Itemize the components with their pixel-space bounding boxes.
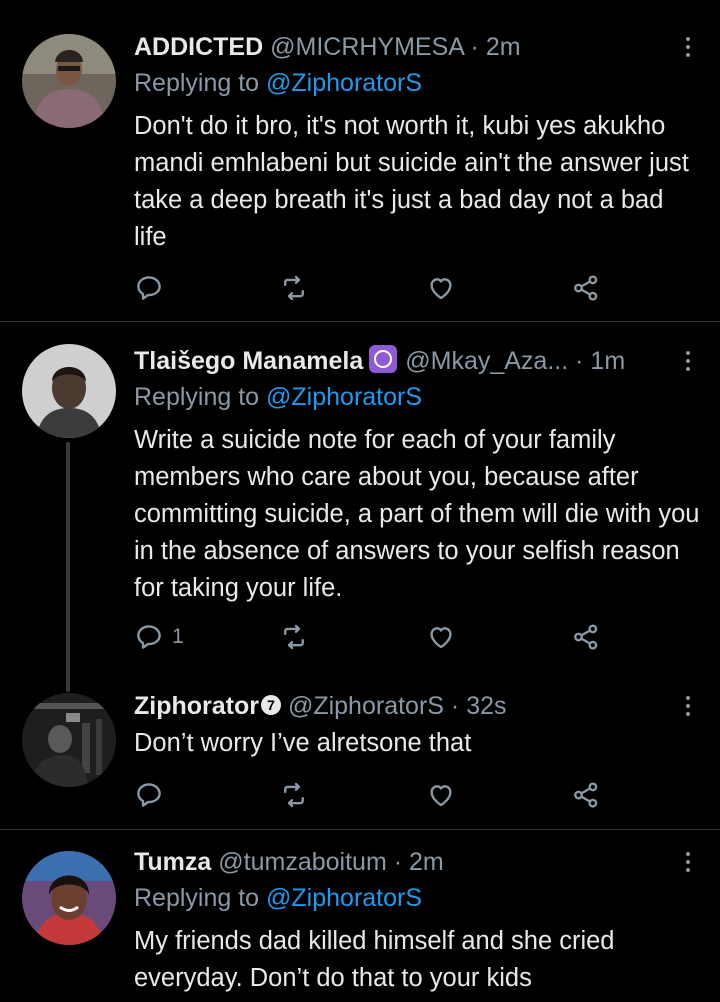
replying-label: Replying to [134,69,260,97]
retweet-button[interactable] [279,268,309,308]
replying-to-handle[interactable]: @ZiphoratorS [266,383,422,411]
tweet-text: Write a suicide note for each of your fa… [134,426,700,602]
separator: · [450,692,460,720]
tweet-text: Don't do it bro, it's not worth it, kubi… [134,112,689,251]
reply-button[interactable] [134,775,164,815]
display-name[interactable]: Tumza [134,848,211,876]
yin-yang-badge-icon [369,345,398,373]
tweet[interactable]: Tumza @tumzaboitum · 2m Replying to @Zip… [0,845,720,1002]
timestamp[interactable]: 2m [486,33,521,61]
reply-count: 1 [172,625,184,648]
user-handle[interactable]: @ZiphoratorS [288,692,444,720]
separator: · [393,848,403,876]
tweet-header: ADDICTED @MICRHYMESA · 2m [134,30,674,64]
like-button[interactable] [426,268,456,308]
tweet-header: Tlaišego Manamela @Mkay_Aza... · 1m [134,344,674,378]
display-name[interactable]: Ziphorator [134,692,259,720]
replying-to: Replying to @ZiphoratorS [134,881,422,915]
display-name[interactable]: Tlaišego Manamela [134,347,363,375]
replying-label: Replying to [134,383,260,411]
share-icon [571,780,601,810]
display-name[interactable]: ADDICTED [134,33,263,61]
tweet[interactable]: ADDICTED @MICRHYMESA · 2m Replying to @Z… [0,30,720,322]
timestamp[interactable]: 2m [409,848,444,876]
action-bar [134,775,614,815]
tweet[interactable]: Ziphorator @ZiphoratorS · 32s Don’t worr… [0,689,720,829]
more-icon[interactable] [682,691,694,721]
retweet-button[interactable] [279,775,309,815]
tweet-text: Don’t worry I’ve alretsone that [134,729,472,757]
thread-line [66,442,70,692]
avatar[interactable] [22,34,116,128]
tweet-text: My friends dad killed himself and she cr… [134,927,615,992]
retweet-icon [279,622,309,652]
share-icon [571,622,601,652]
replying-to-handle[interactable]: @ZiphoratorS [266,69,422,97]
like-button[interactable] [426,617,456,657]
replying-label: Replying to [134,884,260,912]
more-icon[interactable] [682,346,694,376]
replying-to-handle[interactable]: @ZiphoratorS [266,884,422,912]
action-bar: 1 [134,617,614,657]
reply-icon [134,622,164,652]
separator: · [470,33,479,61]
like-icon [426,622,456,652]
divider [0,829,720,830]
user-handle[interactable]: @Mkay_Aza... [405,347,568,375]
reply-icon [134,273,164,303]
tweet-header: Tumza @tumzaboitum · 2m [134,845,674,879]
more-icon[interactable] [682,847,694,877]
like-button[interactable] [426,775,456,815]
avatar[interactable] [22,344,116,438]
replying-to: Replying to @ZiphoratorS [134,380,422,414]
avatar[interactable] [22,851,116,945]
action-bar [134,268,614,308]
retweet-icon [279,780,309,810]
tweet[interactable]: Tlaišego Manamela @Mkay_Aza... · 1m Reply… [0,344,720,692]
separator: · [575,347,584,375]
more-icon[interactable] [682,32,694,62]
share-icon [571,273,601,303]
divider [0,321,720,322]
share-button[interactable] [571,775,601,815]
retweet-button[interactable] [279,617,309,657]
reply-button[interactable]: 1 [134,617,184,657]
retweet-icon [279,273,309,303]
reply-button[interactable] [134,268,164,308]
timestamp[interactable]: 1m [590,347,625,375]
avatar[interactable] [22,693,116,787]
like-icon [426,780,456,810]
share-button[interactable] [571,617,601,657]
reply-icon [134,780,164,810]
like-icon [426,273,456,303]
share-button[interactable] [571,268,601,308]
user-handle[interactable]: @tumzaboitum [218,848,387,876]
tweet-header: Ziphorator @ZiphoratorS · 32s [134,689,674,723]
user-handle[interactable]: @MICRHYMESA [270,33,463,61]
replying-to: Replying to @ZiphoratorS [134,66,422,100]
timestamp[interactable]: 32s [466,692,506,720]
badge-icon [261,695,281,715]
